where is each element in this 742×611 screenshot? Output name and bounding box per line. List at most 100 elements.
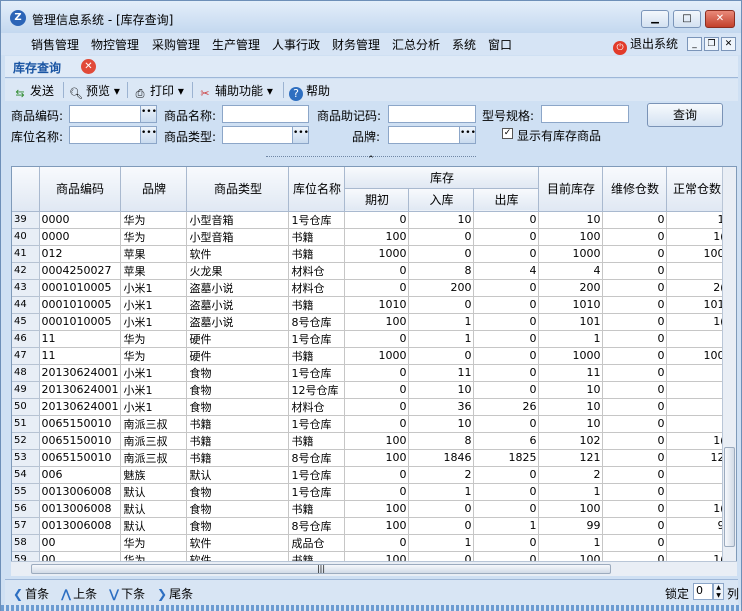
panel-splitter[interactable]: ⌃ [266,156,476,165]
cell-brand[interactable]: 小米1 [120,296,188,314]
cell-current[interactable]: 200 [538,279,604,297]
cell-type[interactable]: 默认 [186,466,290,484]
last-record-button[interactable]: ❯ 尾条 [157,585,193,602]
cell-opening[interactable]: 1000 [344,347,410,365]
cell-in[interactable]: 8 [408,432,475,450]
lock-spinner[interactable]: ▲ ▼ [713,583,724,600]
code-input[interactable]: ••• [69,105,157,123]
cell-repair[interactable]: 0 [602,279,668,297]
cell-out[interactable]: 1 [473,517,540,535]
table-row[interactable]: 49 20130624001 小米1 食物 12号仓库 0 10 0 10 0 [12,381,728,399]
menu-hr[interactable]: 人事行政 [272,36,320,53]
cell-in[interactable]: 0 [408,228,475,246]
cell-location[interactable]: 8号仓库 [288,517,346,535]
table-row[interactable]: 54 006 魅族 默认 1号仓库 0 2 0 2 0 [12,466,728,484]
cell-normal[interactable] [666,415,728,433]
cell-location[interactable]: 成品仓 [288,534,346,552]
cell-location[interactable]: 材料仓 [288,279,346,297]
table-row[interactable]: 40 0000 华为 小型音箱 书籍 100 0 0 100 0 1( [12,228,728,246]
cell-brand[interactable]: 魅族 [120,466,188,484]
cell-type[interactable]: 食物 [186,381,290,399]
table-row[interactable]: 39 0000 华为 小型音箱 1号仓库 0 10 0 10 0 1 [12,211,728,229]
cell-normal[interactable] [666,466,728,484]
cell-repair[interactable]: 0 [602,466,668,484]
cell-brand[interactable]: 华为 [120,347,188,365]
col-header-opening[interactable]: 期初 [344,188,410,212]
cell-location[interactable]: 12号仓库 [288,381,346,399]
cell-location[interactable]: 书籍 [288,432,346,450]
cell-normal[interactable]: 1( [666,432,728,450]
cell-type[interactable]: 小型音箱 [186,228,290,246]
cell-normal[interactable] [666,381,728,399]
table-row[interactable]: 46 11 华为 硬件 1号仓库 0 1 0 1 0 [12,330,728,348]
cell-location[interactable]: 书籍 [288,347,346,365]
cell-in[interactable]: 2 [408,466,475,484]
col-header-current[interactable]: 目前库存 [538,167,604,212]
assist-button[interactable]: ✂ 辅助功能 ▾ [198,82,272,101]
cell-repair[interactable]: 0 [602,432,668,450]
cell-type[interactable]: 食物 [186,517,290,535]
cell-location[interactable]: 1号仓库 [288,211,346,229]
lock-column-input[interactable]: 0 [693,583,713,600]
cell-location[interactable]: 1号仓库 [288,330,346,348]
cell-type[interactable]: 书籍 [186,449,290,467]
cell-in[interactable]: 200 [408,279,475,297]
cell-type[interactable]: 硬件 [186,347,290,365]
location-input[interactable]: ••• [69,126,157,144]
menu-material[interactable]: 物控管理 [91,36,139,53]
cell-type[interactable]: 盗墓小说 [186,279,290,297]
cell-normal[interactable]: 9 [666,517,728,535]
cell-brand[interactable]: 小米1 [120,279,188,297]
cell-out[interactable]: 0 [473,296,540,314]
cell-out[interactable]: 0 [473,245,540,263]
cell-in[interactable]: 11 [408,364,475,382]
cell-code[interactable]: 012 [39,245,122,263]
cell-normal[interactable] [666,330,728,348]
table-row[interactable]: 47 11 华为 硬件 书籍 1000 0 0 1000 0 100 [12,347,728,365]
cell-opening[interactable]: 100 [344,432,410,450]
cell-current[interactable]: 1 [538,483,604,501]
cell-opening[interactable]: 100 [344,228,410,246]
cell-opening[interactable]: 0 [344,279,410,297]
cell-repair[interactable]: 0 [602,296,668,314]
cell-code[interactable]: 00 [39,534,122,552]
cell-opening[interactable]: 100 [344,313,410,331]
cell-out[interactable]: 0 [473,228,540,246]
mdi-close-button[interactable]: ✕ [721,37,736,51]
cell-location[interactable]: 材料仓 [288,262,346,280]
cell-current[interactable]: 121 [538,449,604,467]
cell-opening[interactable]: 100 [344,517,410,535]
cell-brand[interactable]: 默认 [120,517,188,535]
cell-in[interactable]: 1 [408,483,475,501]
cell-out[interactable]: 0 [473,330,540,348]
cell-location[interactable]: 材料仓 [288,398,346,416]
cell-type[interactable]: 硬件 [186,330,290,348]
table-row[interactable]: 55 0013006008 默认 食物 1号仓库 0 1 0 1 0 [12,483,728,501]
cell-out[interactable]: 0 [473,466,540,484]
cell-location[interactable]: 1号仓库 [288,415,346,433]
col-header-repair[interactable]: 维修仓数 [602,167,668,212]
cell-current[interactable]: 1000 [538,347,604,365]
cell-current[interactable]: 99 [538,517,604,535]
cell-type[interactable]: 盗墓小说 [186,313,290,331]
cell-brand[interactable]: 小米1 [120,313,188,331]
cell-current[interactable]: 10 [538,415,604,433]
horizontal-scroll-thumb[interactable]: ||| [31,564,611,574]
menu-sales[interactable]: 销售管理 [31,36,79,53]
cell-in[interactable]: 1 [408,330,475,348]
name-input[interactable] [222,105,309,123]
cell-type[interactable]: 书籍 [186,432,290,450]
cell-brand[interactable]: 华为 [120,330,188,348]
cell-current[interactable]: 4 [538,262,604,280]
cell-type[interactable]: 食物 [186,364,290,382]
cell-opening[interactable]: 100 [344,449,410,467]
cell-current[interactable]: 100 [538,228,604,246]
cell-repair[interactable]: 0 [602,347,668,365]
cell-code[interactable]: 0001010005 [39,296,122,314]
cell-opening[interactable]: 0 [344,211,410,229]
cell-code[interactable]: 0000 [39,211,122,229]
cell-normal[interactable] [666,364,728,382]
col-header-normal[interactable]: 正常仓数 [666,167,728,212]
cell-repair[interactable]: 0 [602,262,668,280]
cell-location[interactable]: 书籍 [288,228,346,246]
